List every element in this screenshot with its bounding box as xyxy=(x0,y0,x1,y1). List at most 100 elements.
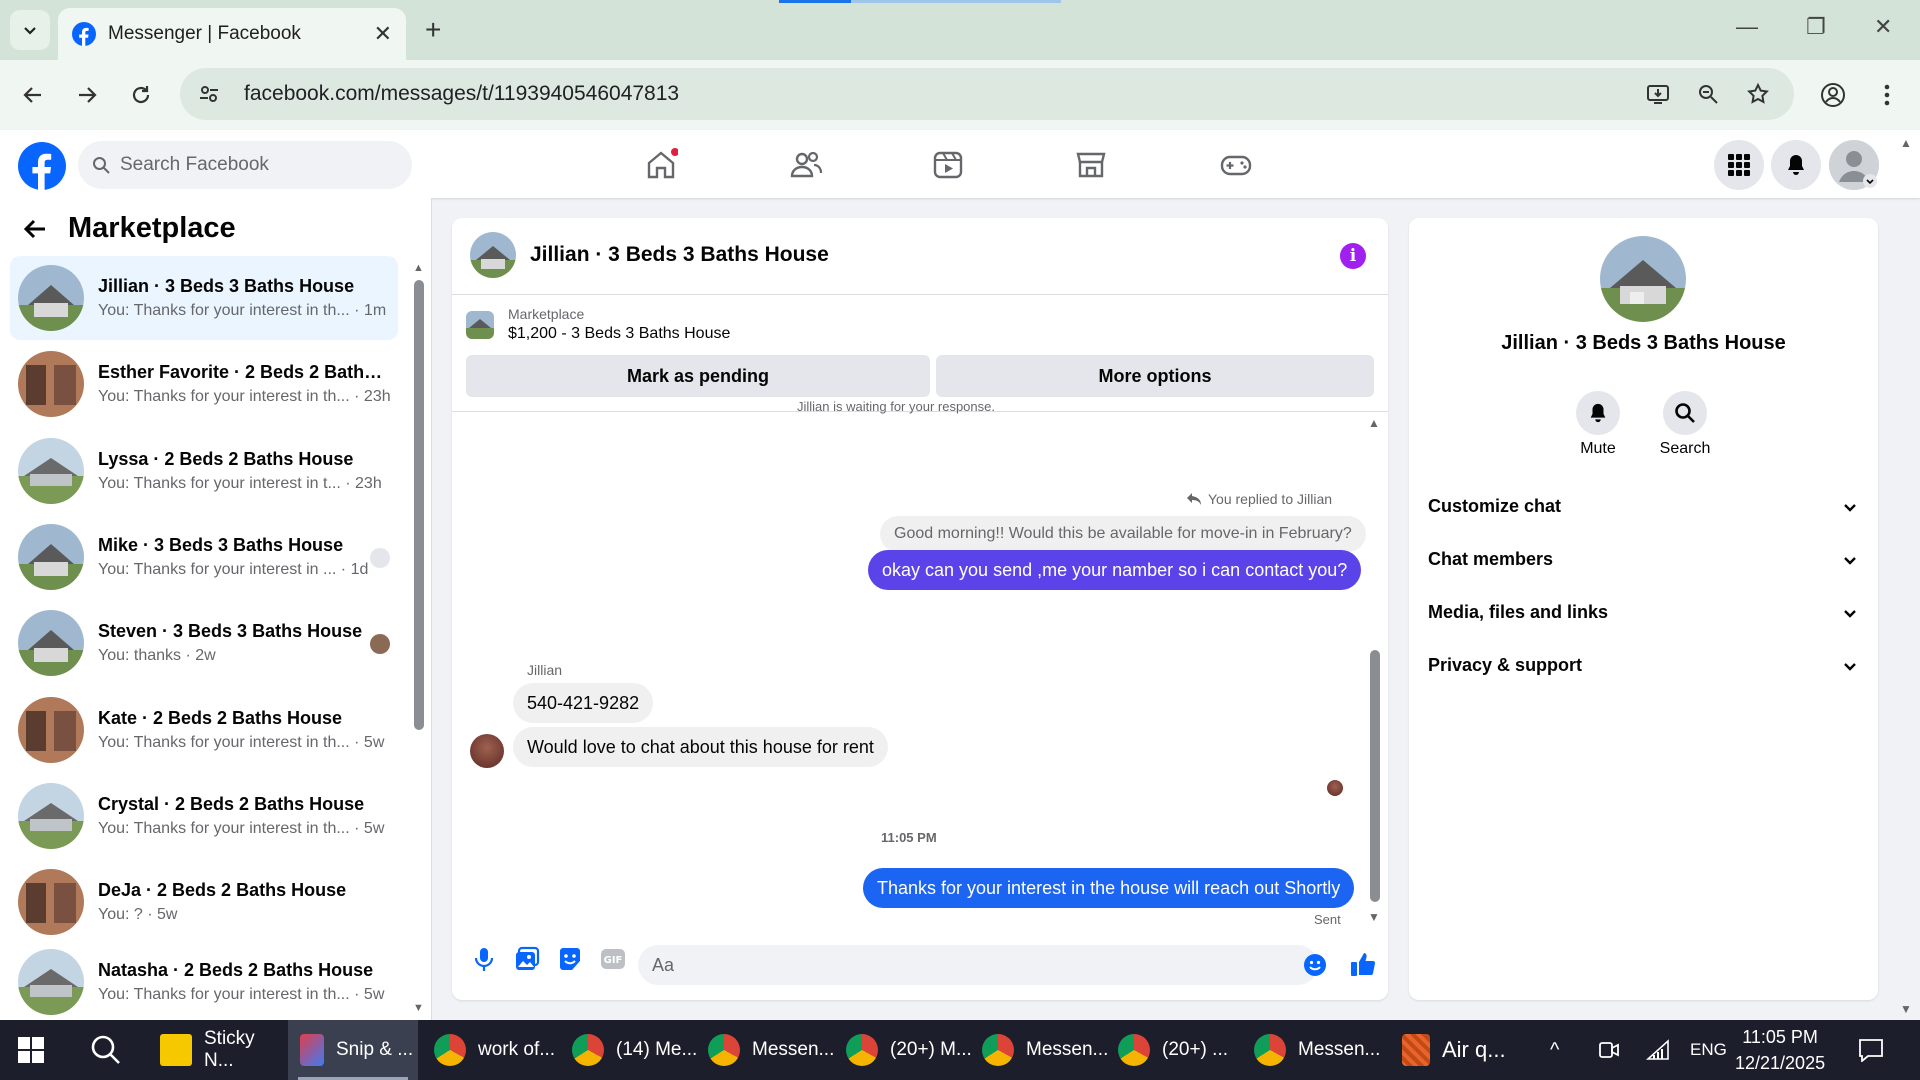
quoted-message[interactable]: Good morning!! Would this be available f… xyxy=(880,516,1366,552)
back-arrow-icon[interactable] xyxy=(22,216,48,242)
url-text[interactable]: facebook.com/messages/t/1193940546047813 xyxy=(244,82,679,106)
friends-icon[interactable] xyxy=(789,148,823,182)
home-icon[interactable] xyxy=(644,148,678,182)
taskbar-app[interactable]: (20+) ... xyxy=(1118,1020,1228,1080)
conversation-item[interactable]: Steven · 3 Beds 3 Baths House You: thanks… xyxy=(10,601,398,685)
profile-icon xyxy=(1821,83,1845,107)
conversation-item[interactable]: Esther Favorite · 2 Beds 2 Baths ... You:… xyxy=(10,342,398,426)
forward-button[interactable] xyxy=(70,78,104,112)
start-button[interactable] xyxy=(18,1020,44,1080)
taskbar-app[interactable]: (20+) M... xyxy=(846,1020,972,1080)
reply-arrow-icon xyxy=(1187,493,1201,505)
marketplace-icon[interactable] xyxy=(1074,148,1108,182)
close-window-icon[interactable]: ✕ xyxy=(1874,14,1892,40)
messages-scroll-down-icon[interactable]: ▼ xyxy=(1368,910,1380,924)
listing-info[interactable]: Marketplace $1,200 - 3 Beds 3 Baths Hous… xyxy=(466,306,730,343)
chat-header[interactable]: Jillian · 3 Beds 3 Baths House xyxy=(470,232,829,278)
house-thumbnail xyxy=(18,869,84,935)
minimize-icon[interactable]: — xyxy=(1736,14,1758,40)
incoming-message[interactable]: 540-421-9282 xyxy=(513,683,654,723)
house-thumbnail xyxy=(18,783,84,849)
account-avatar[interactable] xyxy=(1829,140,1879,190)
privacy-support-section[interactable]: Privacy & support xyxy=(1428,655,1858,676)
taskbar-search-button[interactable] xyxy=(90,1020,122,1080)
messages-scrollbar[interactable] xyxy=(1370,650,1380,902)
camera-icon xyxy=(1599,1042,1619,1058)
taskbar-app[interactable]: Sticky N... xyxy=(160,1020,284,1080)
conversation-preview: You: Thanks for your interest in th... ·… xyxy=(98,734,385,751)
search-icon xyxy=(91,1035,120,1064)
site-settings-icon[interactable] xyxy=(198,83,220,105)
taskbar-app[interactable]: Messen... xyxy=(708,1020,834,1080)
conversation-item[interactable]: Crystal · 2 Beds 2 Baths House You: Thank… xyxy=(10,774,398,858)
restore-icon[interactable]: ❐ xyxy=(1806,14,1826,40)
bookmark-star-icon[interactable] xyxy=(1746,82,1770,106)
search-conversation-button[interactable] xyxy=(1663,391,1707,435)
facebook-search-input[interactable]: Search Facebook xyxy=(78,141,412,189)
menu-button[interactable] xyxy=(1714,140,1764,190)
facebook-logo-icon[interactable] xyxy=(18,142,66,190)
photo-icon[interactable] xyxy=(513,945,541,973)
meet-icon[interactable] xyxy=(1598,1020,1620,1080)
conversation-list-scrollbar[interactable] xyxy=(414,280,424,730)
emoji-icon[interactable] xyxy=(1303,953,1327,977)
profile-picture[interactable] xyxy=(1600,236,1686,322)
chrome-icon xyxy=(434,1034,466,1066)
chrome-icon xyxy=(708,1034,740,1066)
video-icon[interactable] xyxy=(931,148,965,182)
zoom-icon[interactable] xyxy=(1696,82,1720,106)
taskbar-app[interactable]: work of... xyxy=(434,1020,555,1080)
conversation-item[interactable]: DeJa · 2 Beds 2 Baths House You: ? · 5w xyxy=(10,860,398,944)
taskbar-app[interactable]: (14) Me... xyxy=(572,1020,697,1080)
page-scroll-down-icon[interactable]: ▼ xyxy=(1900,1002,1912,1016)
conversation-item[interactable]: Mike · 3 Beds 3 Baths House You: Thanks f… xyxy=(10,515,398,599)
browser-tab-active[interactable]: Messenger | Facebook ✕ xyxy=(58,8,406,60)
incoming-message[interactable]: Would love to chat about this house for … xyxy=(513,727,888,767)
close-tab-icon[interactable]: ✕ xyxy=(374,21,392,47)
conversation-item[interactable]: Natasha · 2 Beds 2 Baths House You: Thank… xyxy=(10,946,398,1018)
gif-icon[interactable]: GIF xyxy=(599,945,627,973)
address-bar[interactable]: facebook.com/messages/t/1193940546047813 xyxy=(180,68,1794,120)
wifi-icon[interactable] xyxy=(1646,1020,1670,1080)
more-options-button[interactable]: More options xyxy=(936,355,1374,397)
conversation-item[interactable]: Kate · 2 Beds 2 Baths House You: Thanks f… xyxy=(10,688,398,772)
sender-avatar[interactable] xyxy=(470,734,504,768)
show-hidden-icons[interactable]: ^ xyxy=(1550,1020,1559,1080)
bell-icon xyxy=(1788,155,1804,175)
notifications-button[interactable] xyxy=(1771,140,1821,190)
back-button[interactable] xyxy=(16,78,50,112)
microphone-icon[interactable] xyxy=(470,945,498,973)
reload-button[interactable] xyxy=(124,78,158,112)
customize-chat-section[interactable]: Customize chat xyxy=(1428,496,1858,517)
install-app-icon[interactable] xyxy=(1646,82,1670,106)
gaming-icon[interactable] xyxy=(1219,148,1253,182)
mark-as-pending-button[interactable]: Mark as pending xyxy=(466,355,930,397)
language-indicator[interactable]: ENG xyxy=(1690,1020,1727,1080)
taskbar-app[interactable]: Snip & ... xyxy=(288,1020,418,1080)
mute-button[interactable] xyxy=(1576,391,1620,435)
profile-button[interactable] xyxy=(1816,78,1850,112)
tab-search-button[interactable] xyxy=(10,10,50,50)
page-scroll-up-icon[interactable]: ▲ xyxy=(1900,136,1912,150)
messages-scroll-up-icon[interactable]: ▲ xyxy=(1368,416,1380,430)
sticker-icon[interactable] xyxy=(556,945,584,973)
chat-members-section[interactable]: Chat members xyxy=(1428,549,1858,570)
thumbs-up-icon[interactable] xyxy=(1349,950,1377,978)
conversation-item[interactable]: Lyssa · 2 Beds 2 Baths House You: Thanks … xyxy=(10,429,398,513)
taskbar-app[interactable]: Air q... xyxy=(1402,1020,1506,1080)
browser-menu-button[interactable] xyxy=(1870,78,1904,112)
notification-center-button[interactable] xyxy=(1858,1020,1884,1080)
system-clock[interactable]: 11:05 PM 12/21/2025 xyxy=(1735,1024,1825,1076)
outgoing-message[interactable]: okay can you send ,me your namber so i c… xyxy=(868,550,1362,590)
seen-avatar-icon xyxy=(370,548,390,568)
taskbar-app[interactable]: Messen... xyxy=(1254,1020,1380,1080)
taskbar-app[interactable]: Messen... xyxy=(982,1020,1108,1080)
media-files-links-section[interactable]: Media, files and links xyxy=(1428,602,1858,623)
conversation-item[interactable]: Jillian · 3 Beds 3 Baths House You: Thank… xyxy=(10,256,398,340)
list-scroll-down-icon[interactable]: ▼ xyxy=(413,1002,424,1014)
message-input[interactable]: Aa xyxy=(638,945,1318,985)
outgoing-message[interactable]: Thanks for your interest in the house wi… xyxy=(863,868,1355,908)
list-scroll-up-icon[interactable]: ▲ xyxy=(413,262,424,274)
info-icon[interactable]: i xyxy=(1340,243,1366,269)
new-tab-button[interactable]: + xyxy=(425,14,441,46)
